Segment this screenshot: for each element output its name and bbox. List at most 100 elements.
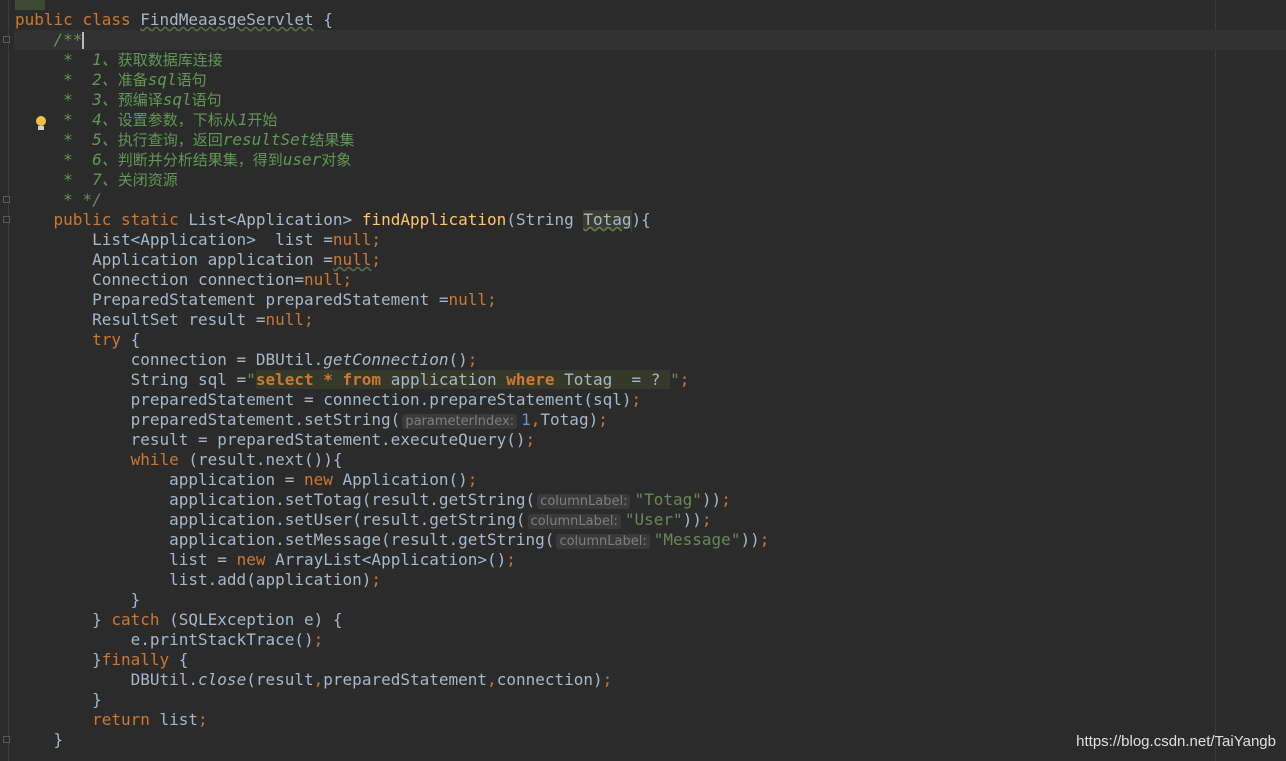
current-line-highlight [14, 30, 1286, 50]
code-line-method-close[interactable]: } [15, 730, 64, 750]
fold-marker-icon[interactable] [3, 216, 10, 223]
code-line-catch[interactable]: } catch (SQLException e) { [15, 610, 343, 630]
code-text: )) [682, 510, 702, 529]
code-line-sql-string[interactable]: String sql ="select * from application w… [15, 370, 689, 390]
text-caret [82, 32, 85, 49]
code-line-decl-application[interactable]: Application application =null; [15, 250, 381, 270]
string-literal: "User" [624, 510, 683, 529]
method-call: close [198, 670, 247, 689]
string-quote: " [246, 370, 256, 389]
code-text: list = [169, 550, 237, 569]
code-line-doc-7[interactable]: * 7、关闭资源 [15, 170, 178, 190]
code-line-class-declaration[interactable]: public class FindMeaasgeServlet { [15, 10, 333, 30]
code-line-new-application[interactable]: application = new Application(); [15, 470, 477, 490]
string-literal: "Totag" [634, 490, 702, 509]
code-text: ArrayList<Application>() [265, 550, 507, 569]
keyword: return [92, 710, 150, 729]
code-line-doc-4[interactable]: * 4、设置参数，下标从1开始 [15, 110, 277, 130]
doc-comment-text: 预编译 [117, 91, 163, 109]
code-line-prepare[interactable]: preparedStatement = connection.prepareSt… [15, 390, 642, 410]
code-text: )) [701, 490, 722, 509]
code-line-while[interactable]: while (result.next()){ [15, 450, 343, 470]
doc-comment-text: 获取数据库连接 [117, 51, 223, 69]
doc-comment-text: 语句 [176, 71, 207, 89]
code-line-method-signature[interactable]: public static List<Application> findAppl… [15, 210, 651, 230]
keyword: null [303, 270, 343, 289]
doc-comment-text: 开始 [247, 111, 278, 129]
code-line-finally[interactable]: }finally { [15, 650, 188, 670]
doc-comment-text: 语句 [191, 91, 222, 109]
code-line-decl-list[interactable]: List<Application> list =null; [15, 230, 381, 250]
semicolon: ; [631, 390, 642, 409]
code-text: preparedStatement [323, 670, 488, 689]
code-line-decl-statement[interactable]: PreparedStatement preparedStatement =nul… [15, 290, 497, 310]
fold-marker-icon[interactable] [3, 196, 10, 203]
fold-marker-icon[interactable] [3, 736, 10, 743]
doc-comment-text: 判断并分析结果集，得到 [117, 151, 283, 169]
brace: } [130, 590, 141, 609]
parameter-hint: parameterIndex: [402, 414, 518, 429]
code-line-doc-5[interactable]: * 5、执行查询，返回resultSet结果集 [15, 130, 354, 150]
punct: { [120, 330, 141, 349]
code-editor[interactable]: public class FindMeaasgeServlet { /** * … [0, 0, 1286, 761]
parameter-hint: columnLabel: [527, 514, 621, 529]
keyword: try [92, 330, 121, 349]
keyword: public [53, 210, 112, 229]
keyword: public [15, 10, 73, 29]
string-quote: " [670, 370, 680, 389]
code-text: )) [740, 530, 760, 549]
params-open: (String [506, 210, 584, 229]
code-text: preparedStatement = connection.prepareSt… [130, 390, 632, 409]
code-line-try[interactable]: try { [15, 330, 140, 350]
sql-star: * [313, 370, 343, 389]
code-text: application.setTotag(result.getString( [169, 490, 536, 509]
code-line-list-add[interactable]: list.add(application); [15, 570, 381, 590]
code-line-doc-6[interactable]: * 6、判断并分析结果集，得到user对象 [15, 150, 351, 170]
semicolon: ; [467, 350, 478, 369]
editor-gutter[interactable] [0, 0, 14, 761]
code-line-finally-close[interactable]: } [15, 690, 102, 710]
code-text: (result [246, 670, 314, 689]
doc-comment-text: 关闭资源 [117, 171, 178, 189]
semicolon: ; [371, 250, 382, 269]
code-line-get-connection[interactable]: connection = DBUtil.getConnection(); [15, 350, 478, 370]
code-line-set-totag[interactable]: application.setTotag(result.getString(co… [15, 490, 731, 510]
code-line-decl-result[interactable]: ResultSet result =null; [15, 310, 314, 330]
keyword: null [332, 230, 372, 249]
code-line-while-close[interactable]: } [15, 590, 141, 610]
code-line-doc-1[interactable]: * 1、获取数据库连接 [15, 50, 223, 70]
semicolon: ; [602, 670, 613, 689]
fold-marker-icon[interactable] [3, 36, 10, 43]
code-line-close[interactable]: DBUtil.close(result,preparedStatement,co… [15, 670, 613, 690]
doc-comment: * 1、 [63, 50, 118, 69]
code-text: application.setMessage(result.getString( [169, 530, 555, 549]
code-text: List<Application> list = [92, 230, 333, 249]
code-text: String sql = [130, 370, 247, 389]
code-text: (SQLException e) { [159, 610, 343, 629]
string-literal: "Message" [653, 530, 741, 549]
semicolon: ; [701, 510, 712, 529]
code-line-doc-open[interactable]: /** [15, 30, 85, 50]
code-text: list.add(application) [169, 570, 372, 589]
code-line-doc-2[interactable]: * 2、准备sql语句 [15, 70, 207, 90]
code-line-set-string[interactable]: preparedStatement.setString(parameterInd… [15, 410, 608, 430]
brace: } [92, 610, 112, 629]
code-line-set-message[interactable]: application.setMessage(result.getString(… [15, 530, 769, 550]
comma: , [530, 410, 541, 429]
code-line-return[interactable]: return list; [15, 710, 208, 730]
doc-comment: * 5、 [63, 130, 118, 149]
code-line-doc-3[interactable]: * 3、预编译sql语句 [15, 90, 222, 110]
watermark: https://blog.csdn.net/TaiYangb [1076, 733, 1276, 750]
code-line-set-user[interactable]: application.setUser(result.getString(col… [15, 510, 712, 530]
code-line-print-stack[interactable]: e.printStackTrace(); [15, 630, 324, 650]
semicolon: ; [467, 470, 478, 489]
doc-comment: /** [53, 30, 83, 49]
code-line-doc-close[interactable]: * */ [15, 190, 102, 210]
doc-comment-text: 设置参数，下标从 [117, 111, 238, 129]
code-text: PreparedStatement preparedStatement = [92, 290, 449, 309]
code-line-decl-connection[interactable]: Connection connection=null; [15, 270, 352, 290]
code-line-execute-query[interactable]: result = preparedStatement.executeQuery(… [15, 430, 536, 450]
code-line-new-list[interactable]: list = new ArrayList<Application>(); [15, 550, 516, 570]
semicolon: ; [198, 710, 208, 729]
code-text: Connection connection= [92, 270, 304, 289]
